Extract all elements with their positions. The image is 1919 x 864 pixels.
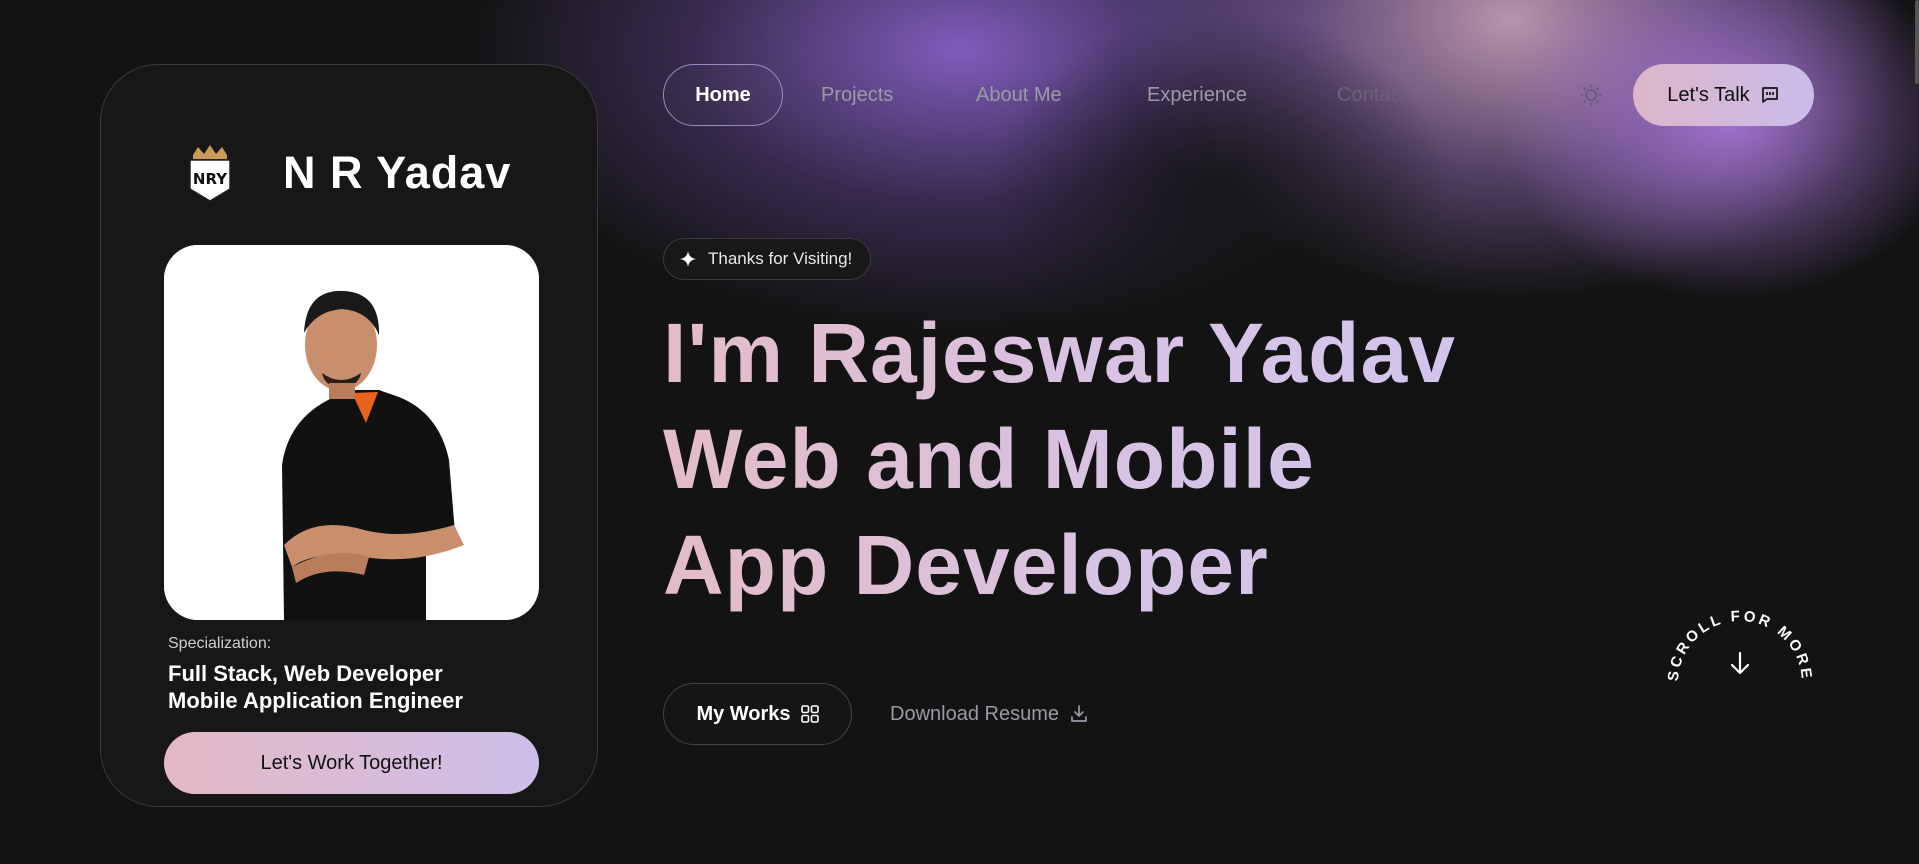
nav-projects[interactable]: Projects: [821, 64, 893, 126]
work-together-button[interactable]: Let's Work Together!: [164, 732, 539, 794]
my-works-button[interactable]: My Works: [663, 683, 852, 745]
hero-title-line: App Developer: [663, 518, 1269, 612]
download-icon: [1071, 705, 1087, 722]
specialization-label: Specialization:: [168, 635, 272, 652]
background-glow: [1120, 0, 1900, 300]
brand-name: N R Yadav: [283, 147, 512, 198]
specialization-line: Full Stack, Web Developer: [168, 661, 443, 686]
nav-home[interactable]: Home: [663, 64, 783, 126]
message-icon: [1761, 87, 1778, 103]
background-glow: [1500, 0, 1919, 300]
brand-logo[interactable]: NRY: [187, 145, 233, 202]
background-glow: [470, 0, 1450, 330]
lets-talk-label: Let's Talk: [1667, 83, 1750, 106]
sun-icon[interactable]: [1580, 84, 1602, 106]
hero-title-line: I'm Rajeswar Yadav: [663, 306, 1456, 400]
specialization-value: Full Stack, Web Developer Mobile Applica…: [168, 660, 568, 714]
scroll-indicator[interactable]: SCROLL FOR MORE: [1660, 585, 1816, 695]
my-works-label: My Works: [696, 702, 791, 725]
sparkle-icon: [680, 251, 696, 267]
page-scrollbar[interactable]: [1915, 0, 1919, 84]
hero-title: I'm Rajeswar Yadav Web and Mobile App De…: [663, 300, 1663, 618]
profile-photo: [164, 245, 539, 620]
arrow-down-icon: [1730, 651, 1750, 675]
specialization-line: Mobile Application Engineer: [168, 688, 463, 713]
nav-contact[interactable]: Contact: [1337, 64, 1406, 126]
thanks-badge-label: Thanks for Visiting!: [708, 249, 853, 268]
profile-card: NRY N R Yadav Specialization: Full Stack…: [100, 64, 598, 807]
download-resume-label: Download Resume: [890, 702, 1059, 725]
thanks-badge: Thanks for Visiting!: [663, 238, 872, 280]
lets-talk-button[interactable]: Let's Talk: [1633, 64, 1814, 126]
logo-text: NRY: [193, 170, 228, 188]
hero-title-line: Web and Mobile: [663, 412, 1315, 506]
nav-experience[interactable]: Experience: [1147, 64, 1247, 126]
nav-about-me[interactable]: About Me: [976, 64, 1062, 126]
grid-icon: [800, 705, 819, 723]
download-resume-link[interactable]: Download Resume: [890, 683, 1089, 745]
